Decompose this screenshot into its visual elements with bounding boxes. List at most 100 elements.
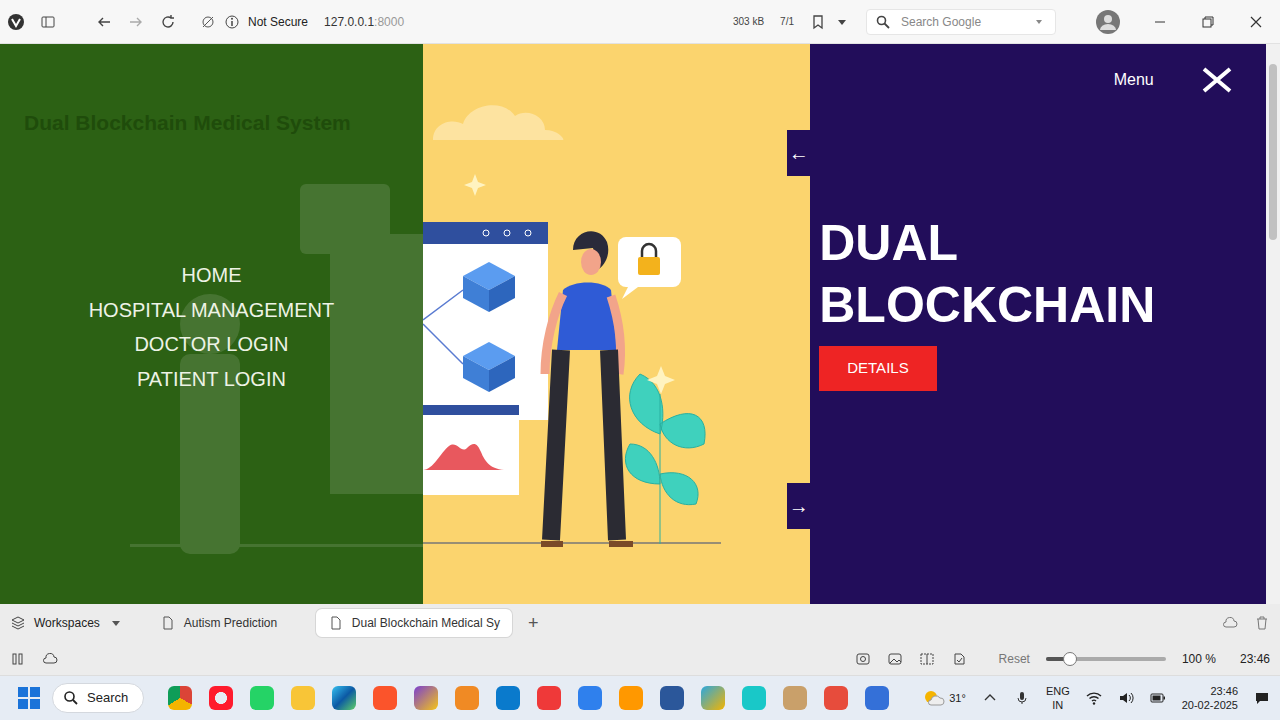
pen-tool-icon[interactable]	[414, 686, 438, 710]
taskbar: Search 31° ENGIN 23:4620-02-2025	[0, 676, 1280, 720]
weather-widget[interactable]: 31°	[923, 689, 966, 707]
workspaces-button[interactable]: Workspaces	[34, 614, 100, 632]
next-slide-button[interactable]: →	[787, 483, 810, 529]
microphone-icon[interactable]	[1014, 690, 1030, 706]
info-icon	[224, 14, 240, 30]
notification-icon[interactable]	[1254, 690, 1270, 706]
weather-temp: 31°	[949, 691, 966, 705]
tab-bar: Workspaces Autism Prediction Dual Blockch…	[0, 604, 1280, 642]
cube-app-icon[interactable]	[742, 686, 766, 710]
browser-clock: 23:46	[1240, 650, 1270, 668]
chrome-icon[interactable]	[168, 686, 192, 710]
hero-panel: Menu ← → DUAL BLOCKCHAIN DETAILS	[810, 44, 1265, 604]
profile-icon[interactable]	[1096, 10, 1120, 34]
panel-toggle-icon[interactable]	[40, 14, 56, 30]
restore-icon[interactable]	[1200, 14, 1216, 30]
back-icon[interactable]	[96, 14, 112, 30]
page-size: 303 kB	[733, 14, 764, 29]
search-input[interactable]	[899, 12, 1023, 32]
vivaldi-icon[interactable]	[537, 686, 561, 710]
zoom-reset-button[interactable]: Reset	[999, 650, 1030, 668]
url-host[interactable]: 127.0.0.1	[324, 15, 374, 29]
side-menu-item[interactable]: PATIENT LOGIN	[0, 362, 423, 397]
scrollbar-thumb[interactable]	[1269, 64, 1277, 240]
close-window-icon[interactable]	[1248, 14, 1264, 30]
image-toggle-icon[interactable]	[887, 651, 903, 667]
menu-label[interactable]: Menu	[1114, 68, 1154, 92]
opera-icon[interactable]	[209, 686, 233, 710]
bookmark-icon[interactable]	[810, 14, 826, 30]
workspaces-dropdown-icon[interactable]	[108, 615, 124, 631]
red-app-icon[interactable]	[824, 686, 848, 710]
page-icon	[328, 615, 344, 631]
cloud-icon[interactable]	[42, 651, 58, 667]
windows-start-icon[interactable]	[18, 687, 40, 709]
tray-overflow-icon[interactable]	[982, 690, 998, 706]
close-menu-icon[interactable]	[1202, 67, 1232, 93]
search-tool-icon[interactable]	[455, 686, 479, 710]
tasks-icon[interactable]	[578, 686, 602, 710]
page-scrollbar[interactable]	[1266, 44, 1280, 604]
engine-dropdown-icon[interactable]	[1031, 14, 1047, 30]
tiling-icon[interactable]	[919, 651, 935, 667]
zoom-slider[interactable]	[1046, 657, 1166, 661]
side-menu-item[interactable]: HOME	[0, 258, 423, 293]
site-title[interactable]: Dual Blockchain Medical System	[24, 110, 423, 136]
language-code: ENG	[1046, 684, 1070, 698]
package-app-icon[interactable]	[783, 686, 807, 710]
browser-tab[interactable]: Dual Blockchain Medical Sy	[316, 609, 512, 637]
side-menu-item[interactable]: DOCTOR LOGIN	[0, 327, 423, 362]
whatsapp-icon[interactable]	[250, 686, 274, 710]
zoom-reading: 100 %	[1182, 650, 1216, 668]
system-tray: 31° ENGIN 23:4620-02-2025	[923, 684, 1270, 712]
hero-illustration	[423, 44, 810, 604]
side-menu-item[interactable]: HOSPITAL MANAGEMENT	[0, 293, 423, 328]
search-icon	[63, 690, 79, 706]
volume-icon[interactable]	[1118, 690, 1134, 706]
forward-icon[interactable]	[128, 14, 144, 30]
taskbar-date: 20-02-2025	[1182, 698, 1238, 712]
wifi-icon[interactable]	[1086, 690, 1102, 706]
word-icon[interactable]	[660, 686, 684, 710]
new-tab-button[interactable]: +	[528, 610, 539, 637]
brave-icon[interactable]	[373, 686, 397, 710]
dropdown-icon[interactable]	[834, 14, 850, 30]
file-explorer-icon[interactable]	[291, 686, 315, 710]
address-bar[interactable]: Not Secure 127.0.0.1:8000 303 kB 7/1	[192, 7, 850, 37]
details-button[interactable]: DETAILS	[819, 346, 936, 391]
blocker-counter[interactable]: 7/1	[780, 14, 794, 29]
url-port[interactable]: :8000	[374, 15, 404, 29]
vivaldi-logo-icon[interactable]	[8, 14, 24, 30]
search-icon	[875, 14, 891, 30]
globe-app-icon[interactable]	[701, 686, 725, 710]
previous-slide-button[interactable]: ←	[787, 130, 810, 176]
battery-icon[interactable]	[1150, 690, 1166, 706]
side-menu: Dual Blockchain Medical System HOMEHOSPI…	[0, 44, 423, 604]
tab-label: Dual Blockchain Medical Sy	[352, 614, 500, 632]
search-field[interactable]	[866, 9, 1056, 35]
taskbar-clock[interactable]: 23:4620-02-2025	[1182, 684, 1238, 712]
minimize-icon[interactable]	[1152, 14, 1168, 30]
browser-toolbar: Not Secure 127.0.0.1:8000 303 kB 7/1	[0, 0, 1280, 44]
sync-cloud-icon[interactable]	[1222, 615, 1238, 631]
page-icon	[160, 615, 176, 631]
no-tracking-icon	[200, 14, 216, 30]
panel-toggle-icon[interactable]	[10, 651, 26, 667]
language-indicator[interactable]: ENGIN	[1046, 684, 1070, 712]
browser-tab[interactable]: Autism Prediction	[148, 609, 308, 637]
weather-icon	[923, 689, 945, 707]
taskbar-search[interactable]: Search	[52, 683, 144, 713]
page-actions-icon[interactable]	[951, 651, 967, 667]
taskbar-time: 23:46	[1182, 684, 1238, 698]
edge-icon[interactable]	[332, 686, 356, 710]
trash-icon[interactable]	[1254, 615, 1270, 631]
reload-icon[interactable]	[160, 14, 176, 30]
sublime-icon[interactable]	[619, 686, 643, 710]
zoom-knob[interactable]	[1063, 652, 1077, 666]
capture-icon[interactable]	[855, 651, 871, 667]
blue-app-icon[interactable]	[865, 686, 889, 710]
status-bar: Reset 100 % 23:46	[0, 642, 1280, 676]
hero-title: DUAL BLOCKCHAIN	[819, 212, 1255, 336]
vscode-icon[interactable]	[496, 686, 520, 710]
web-page: Dual Blockchain Medical System HOMEHOSPI…	[0, 44, 1280, 604]
